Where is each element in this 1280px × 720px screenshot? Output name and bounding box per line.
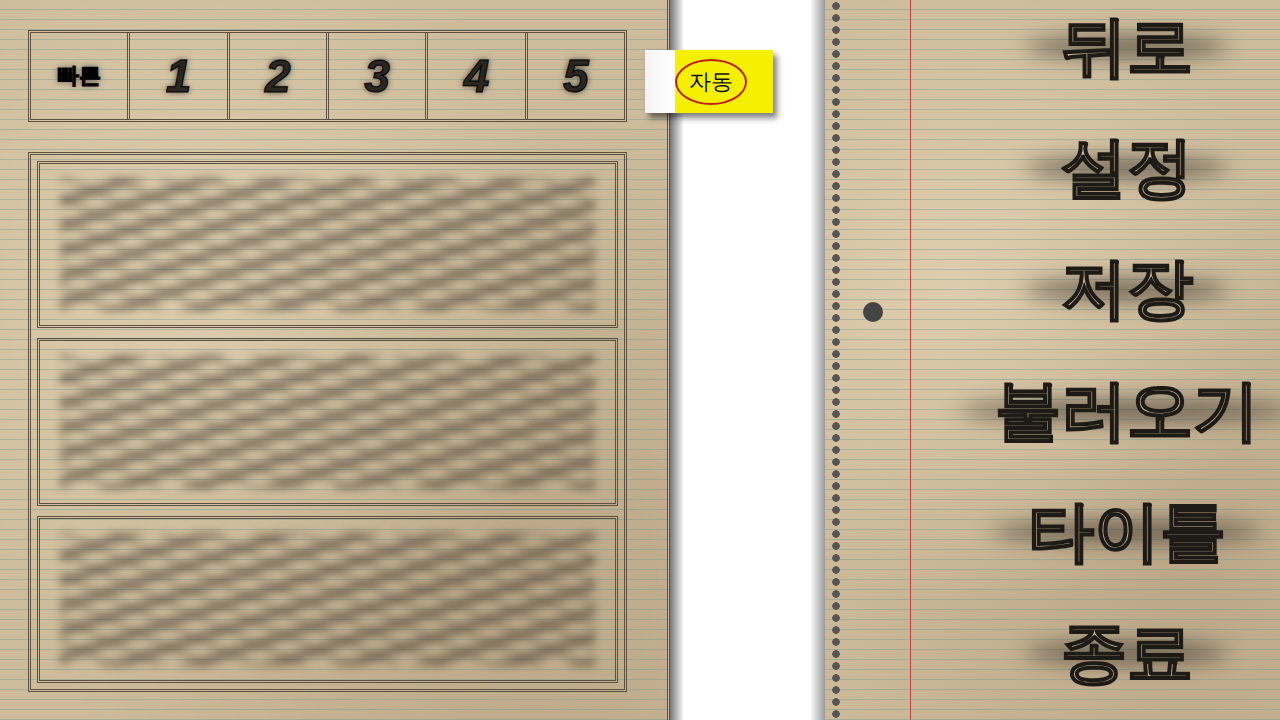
save-slot[interactable] bbox=[37, 516, 618, 683]
menu-item[interactable]: 종료 bbox=[1055, 608, 1199, 698]
save-load-screen: 빠른12345 뒤로 설정 저장 불러오기 타이틀 종료 자동 bbox=[0, 0, 1280, 720]
page-tab[interactable]: 3 bbox=[326, 33, 425, 119]
page-tabs: 빠른12345 bbox=[28, 30, 627, 122]
scribble bbox=[60, 533, 595, 666]
sticky-tape bbox=[645, 50, 675, 113]
page-tab[interactable]: 빠른 bbox=[31, 33, 127, 119]
page-tab[interactable]: 4 bbox=[425, 33, 524, 119]
page-tab[interactable]: 1 bbox=[127, 33, 226, 119]
scribble bbox=[60, 178, 595, 311]
menu-item[interactable]: 타이틀 bbox=[1022, 487, 1232, 577]
slot-page: 빠른12345 bbox=[0, 0, 670, 720]
main-menu: 뒤로 설정 저장 불러오기 타이틀 종료 bbox=[982, 0, 1280, 720]
menu-item[interactable]: 불러오기 bbox=[989, 366, 1265, 456]
spiral-holes bbox=[829, 0, 843, 720]
auto-tab[interactable]: 자동 bbox=[645, 50, 773, 113]
menu-item[interactable]: 저장 bbox=[1055, 244, 1199, 334]
slot-list bbox=[28, 152, 627, 692]
page-tab[interactable]: 2 bbox=[227, 33, 326, 119]
scribble bbox=[60, 355, 595, 488]
menu-page: 뒤로 설정 저장 불러오기 타이틀 종료 bbox=[825, 0, 1280, 720]
save-slot[interactable] bbox=[37, 161, 618, 328]
margin-line bbox=[910, 0, 911, 720]
save-slot[interactable] bbox=[37, 338, 618, 505]
menu-item[interactable]: 뒤로 bbox=[1055, 2, 1199, 92]
menu-item[interactable]: 설정 bbox=[1055, 123, 1199, 213]
punch-hole bbox=[863, 302, 883, 322]
page-tab[interactable]: 5 bbox=[525, 33, 624, 119]
